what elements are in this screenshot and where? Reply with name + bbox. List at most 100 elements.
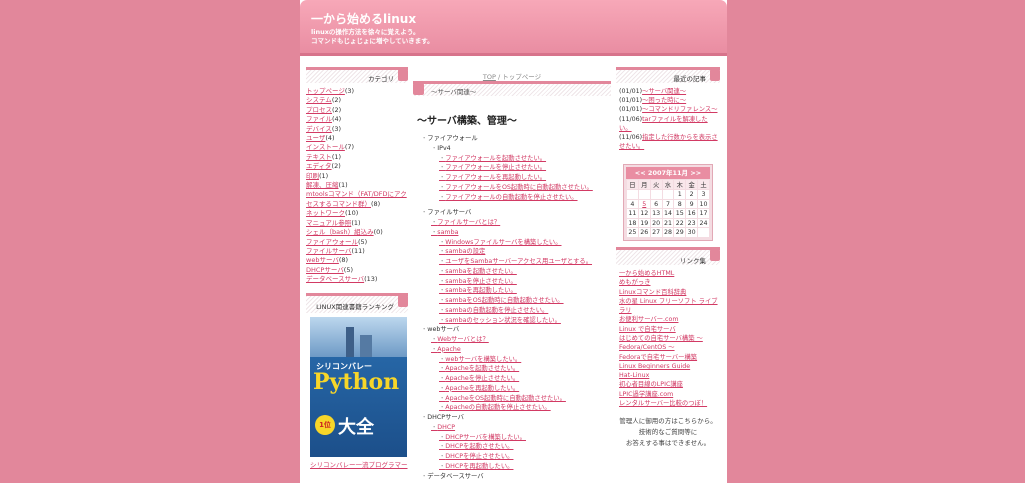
recent-post-link[interactable]: 〜サーバ関連〜 — [642, 88, 686, 95]
site-title[interactable]: 一から始めるlinux — [311, 10, 416, 27]
right-sidebar: 最近の記事 (01/01)〜サーバ関連〜 (01/01)〜困った時に〜 (01/01… — [616, 67, 720, 449]
external-link[interactable]: Linux Beginners Guide — [619, 362, 720, 371]
post-tree-link[interactable]: sambaの自動起動を停止させたい。 — [413, 306, 611, 316]
calendar-day: 17 — [697, 208, 710, 219]
admin-contact-note[interactable]: 管理人に御用の方はこちらから。 技術的なご質問等に お答えする事はできません。 — [616, 416, 720, 449]
post-tree-link[interactable]: webサーバを構築したい。 — [413, 355, 611, 365]
category-link[interactable]: デバイス — [306, 125, 332, 133]
external-link[interactable]: はじめての自宅サーバ構築 〜 — [619, 334, 720, 343]
post-tree-link[interactable]: DHCPを再起動したい。 — [413, 462, 611, 472]
post-tree-link[interactable]: ApacheをOS起動時に自動起動させたい。 — [413, 394, 611, 404]
post-tree-link[interactable]: ユーザをSambaサーバーアクセス用ユーザとする。 — [413, 257, 611, 267]
post-tree-item: IPv4 — [413, 144, 611, 154]
post-tree-link[interactable]: Apacheを再起動したい。 — [413, 384, 611, 394]
category-heading: カテゴリ — [306, 67, 408, 83]
external-link[interactable]: めもがっき — [619, 278, 720, 287]
category-link[interactable]: ネットワーク — [306, 209, 345, 217]
calendar-day[interactable]: 5 — [637, 198, 651, 210]
category-count: (3) — [344, 87, 355, 95]
category-link[interactable]: テキスト — [306, 153, 332, 161]
post-tree-link[interactable]: sambaを再起動したい。 — [413, 286, 611, 296]
post-tree-link[interactable]: samba — [413, 228, 611, 238]
ranking-book-link[interactable]: シリコンバレー一流プログラマー — [310, 459, 408, 469]
category-link[interactable]: DHCPサーバ — [306, 266, 344, 274]
calendar-weekday: 日 — [626, 179, 639, 191]
external-link[interactable]: レンタルサーバー比較のつぼ！ — [619, 399, 720, 408]
category-link[interactable]: システム — [306, 96, 332, 104]
left-sidebar: カテゴリ トップページ(3) システム(2) プロセス(2) ファイル(4) デバイス(… — [306, 67, 408, 469]
recent-post-date: (01/01) — [619, 97, 643, 105]
post-tree-link[interactable]: ファイアウォールをOS起動時に自動起動させたい。 — [413, 183, 611, 193]
calendar-prev-button[interactable]: << — [635, 169, 646, 177]
post-tree-item: ファイアウォール — [413, 134, 611, 144]
heading-tab-icon — [710, 69, 720, 81]
category-link[interactable]: ファイル — [306, 115, 332, 123]
external-link[interactable]: 初心者目線のLPIC講座 — [619, 380, 720, 389]
category-link[interactable]: ユーザ — [306, 134, 325, 142]
category-link[interactable]: インストール — [306, 143, 345, 151]
category-item: ファイルサーバ(11) — [306, 247, 408, 256]
post-tree-item: webサーバ — [413, 325, 611, 335]
category-link[interactable]: 解凍、圧縮 — [306, 181, 339, 189]
post-tree-link[interactable]: ファイアウォールを停止させたい。 — [413, 163, 611, 173]
calendar-next-button[interactable]: >> — [690, 169, 701, 177]
external-link[interactable]: 水の星 Linux フリーソフト ライブラリ — [619, 297, 720, 316]
category-link[interactable]: ファイルサーバ — [306, 247, 351, 255]
book-cover-building — [346, 326, 354, 357]
post-tree-link[interactable]: DHCPサーバを構築したい。 — [413, 433, 611, 443]
post-tree-link[interactable]: sambaを停止させたい。 — [413, 277, 611, 287]
post-tree-link[interactable]: Apache — [413, 345, 611, 355]
links-title: リンク集 — [680, 256, 706, 265]
post-category-label[interactable]: 〜サーバ関連〜 — [431, 86, 476, 96]
calendar-weekday: 土 — [697, 179, 710, 191]
post-tree-link[interactable]: sambaをOS起動時に自動起動させたい。 — [413, 296, 611, 306]
post-tree-link[interactable]: sambaのセッション状況を確認したい。 — [413, 316, 611, 326]
calendar-day: 30 — [685, 227, 699, 238]
category-link[interactable]: トップページ — [306, 87, 345, 95]
post-tree-link[interactable]: ファイアウォールを再起動したい。 — [413, 173, 611, 183]
category-count: (1) — [331, 152, 342, 161]
calendar-day: 19 — [637, 217, 651, 229]
post-body-tree: ファイアウォールIPv4ファイアウォールを起動させたい。ファイアウォールを停止さ… — [413, 134, 611, 481]
category-link[interactable]: mtoolsコマンド（FAT/DFDにアクセスするコマンド群） — [306, 190, 407, 207]
post-tree-link[interactable]: sambaの設定 — [413, 247, 611, 257]
category-link[interactable]: データベースサーバ — [306, 275, 364, 283]
category-link[interactable]: エディタ — [306, 162, 332, 170]
category-link[interactable]: 印刷 — [306, 172, 319, 180]
external-link[interactable]: Fedoraで自宅サーバー構築 — [619, 353, 720, 362]
post-tree-link[interactable]: sambaを起動させたい。 — [413, 267, 611, 277]
recent-post-link[interactable]: 〜コマンドリファレンス〜 — [642, 106, 717, 113]
external-link[interactable]: 一から始めるHTML — [619, 269, 720, 278]
category-link[interactable]: ファイアウォール — [306, 238, 358, 246]
category-item: webサーバ(8) — [306, 256, 408, 265]
breadcrumb-top-link[interactable]: TOP — [483, 73, 496, 81]
external-link[interactable]: Fedora/CentOS 〜 — [619, 343, 720, 352]
post-tree-link[interactable]: ファイアウォールの自動起動を停止させたい。 — [413, 193, 611, 203]
post-tree-link[interactable]: DHCPを停止させたい。 — [413, 452, 611, 462]
external-link[interactable]: Hat-Linux — [619, 371, 720, 380]
category-link[interactable]: マニュアル参照 — [306, 219, 351, 227]
post-tree-link[interactable]: DHCPを起動させたい。 — [413, 442, 611, 452]
calendar-day — [626, 189, 639, 200]
external-link[interactable]: お便利サーバー.com — [619, 315, 720, 324]
post-tree-link[interactable]: ファイルサーバとは？ — [413, 218, 611, 228]
post-tree-link[interactable]: Webサーバとは？ — [413, 335, 611, 345]
post-tree-link[interactable]: Apacheを停止させたい。 — [413, 374, 611, 384]
post-tree-link[interactable]: Apacheを起動させたい。 — [413, 364, 611, 374]
recent-post-link[interactable]: 〜困った時に〜 — [642, 97, 686, 104]
post-tree-link[interactable]: Apacheの自動起動を停止させたい。 — [413, 403, 611, 413]
category-link[interactable]: プロセス — [306, 106, 332, 114]
calendar-day: 16 — [685, 208, 699, 219]
category-count: (1) — [319, 171, 329, 180]
post-tree-link[interactable]: DHCP — [413, 423, 611, 433]
book-cover-image[interactable]: シリコンバレー Python 1位 大全 — [310, 316, 407, 457]
calendar-day — [649, 189, 663, 200]
recent-title: 最近の記事 — [673, 75, 707, 83]
post-tree-link[interactable]: Windowsファイルサーバを構築したい。 — [413, 238, 611, 248]
external-link[interactable]: Linux で自宅サーバ — [619, 325, 720, 334]
external-link[interactable]: Linuxコマンド百科辞典 — [619, 288, 720, 297]
category-link[interactable]: シェル（bash）組込み — [306, 228, 374, 236]
post-tree-link[interactable]: ファイアウォールを起動させたい。 — [413, 154, 611, 164]
category-link[interactable]: webサーバ — [306, 256, 339, 264]
external-link[interactable]: LPIC過学講座.com — [619, 390, 720, 399]
